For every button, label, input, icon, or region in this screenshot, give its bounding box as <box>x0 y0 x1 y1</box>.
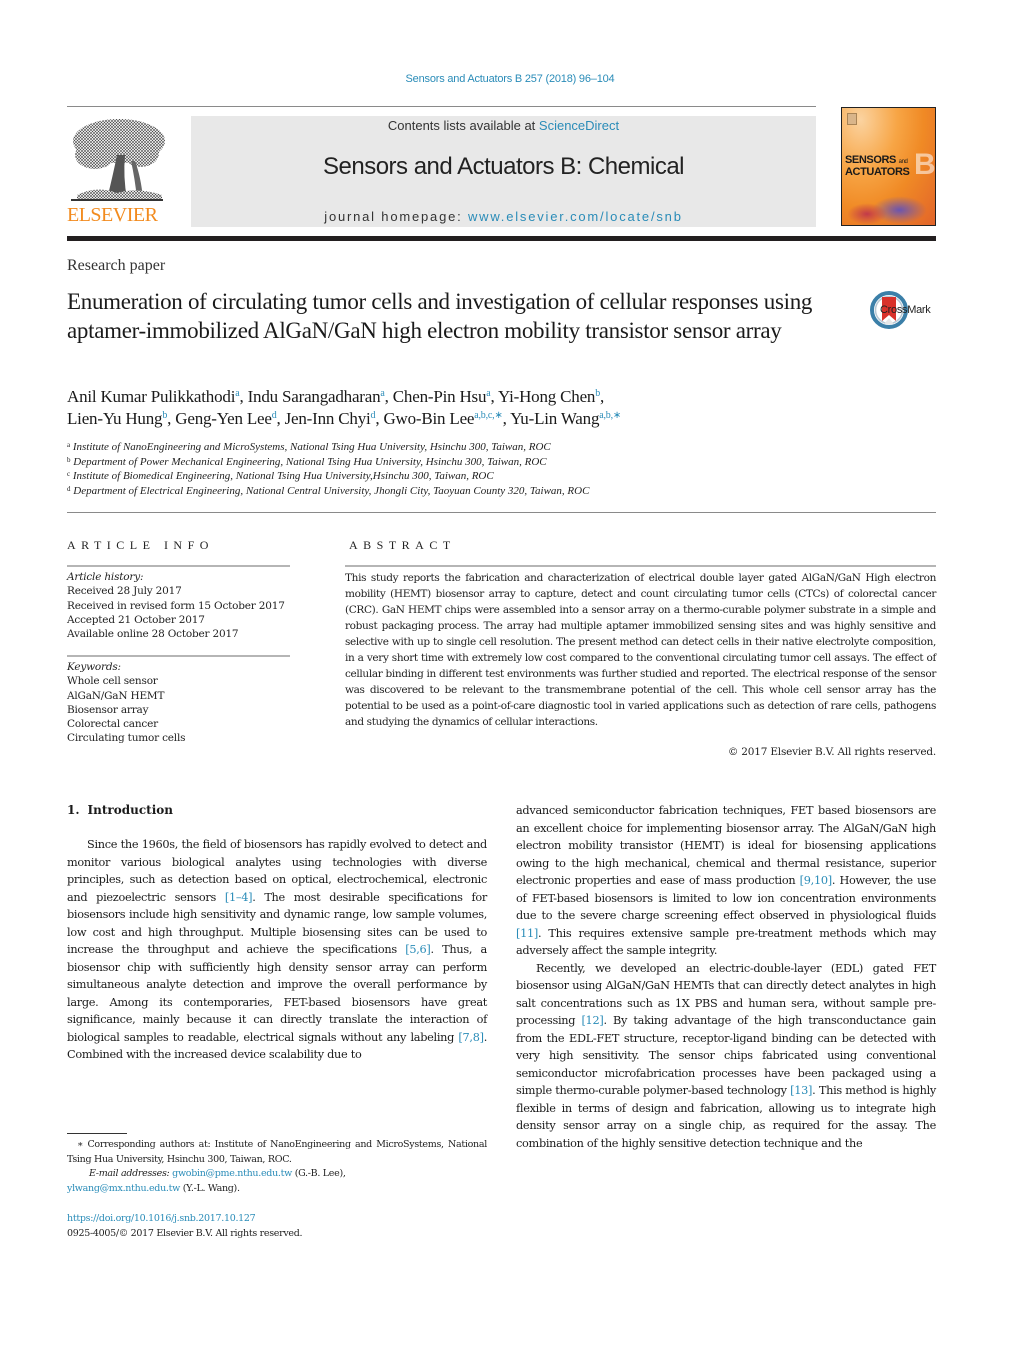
citation-link[interactable]: [7,8] <box>458 1031 484 1044</box>
keywords-block: Keywords: Whole cell sensor AlGaN/GaN HE… <box>67 660 297 746</box>
cover-section-letter: B <box>914 148 936 181</box>
history-revised: Received in revised form 15 October 2017 <box>67 599 285 612</box>
email-link-wang[interactable]: ylwang@mx.nthu.edu.tw <box>67 1183 180 1194</box>
history-online: Available online 28 October 2017 <box>67 628 239 641</box>
cover-and-text: and <box>898 159 908 165</box>
masthead-divider <box>67 236 936 241</box>
section-title: Introduction <box>87 803 173 817</box>
elsevier-wordmark[interactable]: ELSEVIER <box>67 204 158 227</box>
affiliation-item: a Institute of NanoEngineering and Micro… <box>67 441 551 453</box>
affiliation-item: d Department of Electrical Engineering, … <box>67 484 590 497</box>
article-info-rule <box>67 565 290 567</box>
journal-homepage-link[interactable]: www.elsevier.com/locate/snb <box>468 209 683 224</box>
history-label: Article history: <box>67 571 144 583</box>
contents-line: Contents lists available at ScienceDirec… <box>191 118 816 133</box>
author-name[interactable]: Gwo-Bin Lee <box>383 409 474 428</box>
cover-elsevier-icon <box>847 113 857 125</box>
section-divider <box>67 512 936 513</box>
cover-title-line2: ACTUATORS <box>845 166 910 178</box>
author-list: Anil Kumar Pulikkathodia, Indu Sarangadh… <box>67 387 622 428</box>
intro-paragraph: advanced semiconductor fabrication techn… <box>516 804 936 957</box>
cover-title-line1: SENSORS and <box>845 154 908 166</box>
citation-link[interactable]: [11] <box>516 927 538 940</box>
crossmark-label[interactable]: CrossMark <box>880 304 931 316</box>
keywords-label: Keywords: <box>67 661 121 673</box>
journal-cover-thumbnail[interactable]: SENSORS and ACTUATORS B <box>841 107 936 226</box>
abstract-heading: ABSTRACT <box>349 538 456 552</box>
affiliation-key: d <box>67 484 71 493</box>
doi-link[interactable]: https://doi.org/10.1016/j.snb.2017.10.12… <box>67 1213 256 1224</box>
body-column-right: advanced semiconductor fabrication techn… <box>516 802 936 1152</box>
introduction-heading: 1. Introduction <box>67 803 173 817</box>
paper-type-label: Research paper <box>67 257 166 274</box>
section-number: 1. <box>67 803 80 817</box>
affiliation-marker[interactable]: d <box>272 410 277 421</box>
email-owner-lee: (G.-B. Lee), <box>291 1168 346 1179</box>
tree-icon <box>71 119 165 201</box>
email-owner-wang: (Y.-L. Wang). <box>179 1182 240 1194</box>
affiliation-marker[interactable]: a <box>380 388 384 399</box>
author-name[interactable]: Lien-Yu Hung <box>67 409 163 428</box>
keyword-item: AlGaN/GaN HEMT <box>67 689 165 702</box>
citation-link[interactable]: [12] <box>581 1014 603 1027</box>
cover-decoration <box>847 203 887 225</box>
journal-title: Sensors and Actuators B: Chemical <box>322 153 685 180</box>
article-info-heading: ARTICLE INFO <box>67 538 214 552</box>
corresponding-mark: ∗ <box>77 1139 84 1150</box>
affiliation-key: c <box>67 470 71 478</box>
author-name[interactable]: Jen-Inn Chyi <box>285 409 371 428</box>
history-accepted: Accepted 21 October 2017 <box>67 613 205 626</box>
citation-link[interactable]: [13] <box>790 1084 812 1097</box>
cover-sensors-text: SENSORS <box>845 154 896 166</box>
homepage-line: journal homepage: www.elsevier.com/locat… <box>191 209 816 224</box>
keyword-item: Circulating tumor cells <box>67 732 186 745</box>
journal-reference-link[interactable]: Sensors and Actuators B 257 (2018) 96–10… <box>0 73 1020 85</box>
sciencedirect-link[interactable]: ScienceDirect <box>539 118 619 133</box>
abstract-copyright: © 2017 Elsevier B.V. All rights reserved… <box>727 746 936 758</box>
corresponding-text: Corresponding authors at: Institute of N… <box>67 1139 487 1165</box>
header-rule <box>67 106 816 107</box>
footnote-rule <box>67 1133 127 1134</box>
affiliation-marker[interactable]: b <box>162 410 167 421</box>
affiliation-key: b <box>67 455 71 464</box>
affiliation-marker[interactable]: a <box>235 388 239 399</box>
contents-prefix: Contents lists available at <box>387 118 539 133</box>
email-link-lee[interactable]: gwobin@pme.nthu.edu.tw <box>172 1168 292 1179</box>
article-title: Enumeration of circulating tumor cells a… <box>67 289 813 343</box>
keyword-item: Whole cell sensor <box>67 675 158 688</box>
intro-paragraph: Since the 1960s, the field of biosensors… <box>67 838 487 1061</box>
corresponding-author-footnote: ∗ Corresponding authors at: Institute of… <box>67 1138 487 1196</box>
author-name[interactable]: Anil Kumar Pulikkathodi <box>67 387 235 406</box>
author-name[interactable]: Yi-Hong Chen <box>498 387 595 406</box>
author-name[interactable]: Chen-Pin Hsu <box>393 387 487 406</box>
affiliation-item: b Department of Power Mechanical Enginee… <box>67 455 547 468</box>
affiliation-item: c Institute of Biomedical Engineering, N… <box>67 470 494 482</box>
history-received: Received 28 July 2017 <box>67 585 182 598</box>
issn-copyright: 0925-4005/© 2017 Elsevier B.V. All right… <box>67 1227 303 1239</box>
affiliation-list: a Institute of NanoEngineering and Micro… <box>67 440 937 498</box>
keywords-rule <box>67 655 290 657</box>
keyword-item: Biosensor array <box>67 703 149 716</box>
keyword-item: Colorectal cancer <box>67 718 158 731</box>
intro-paragraph: Recently, we developed an electric-doubl… <box>516 961 936 1150</box>
affiliation-marker[interactable]: a <box>486 388 490 399</box>
abstract-rule <box>345 565 936 567</box>
author-name[interactable]: Yu-Lin Wang <box>510 409 599 428</box>
affiliation-marker[interactable]: a,b,∗ <box>599 410 621 421</box>
affiliation-key: a <box>67 441 71 449</box>
author-name[interactable]: Geng-Yen Lee <box>175 409 272 428</box>
doi-block: https://doi.org/10.1016/j.snb.2017.10.12… <box>67 1212 487 1241</box>
citation-link[interactable]: [9,10] <box>800 874 832 887</box>
citation-link[interactable]: [5,6] <box>405 943 431 956</box>
homepage-prefix: journal homepage: <box>324 209 468 224</box>
affiliation-marker[interactable]: d <box>371 410 376 421</box>
affiliation-marker[interactable]: a,b,c,∗ <box>474 410 503 421</box>
article-history: Article history: Received 28 July 2017 R… <box>67 570 297 641</box>
citation-link[interactable]: [1–4] <box>225 891 253 904</box>
abstract-body: This study reports the fabrication and c… <box>345 572 936 728</box>
author-name[interactable]: Indu Sarangadharan <box>248 387 381 406</box>
body-column-left: Since the 1960s, the field of biosensors… <box>67 836 487 1064</box>
email-label: E-mail addresses: <box>89 1168 170 1179</box>
affiliation-marker[interactable]: b <box>595 388 600 399</box>
